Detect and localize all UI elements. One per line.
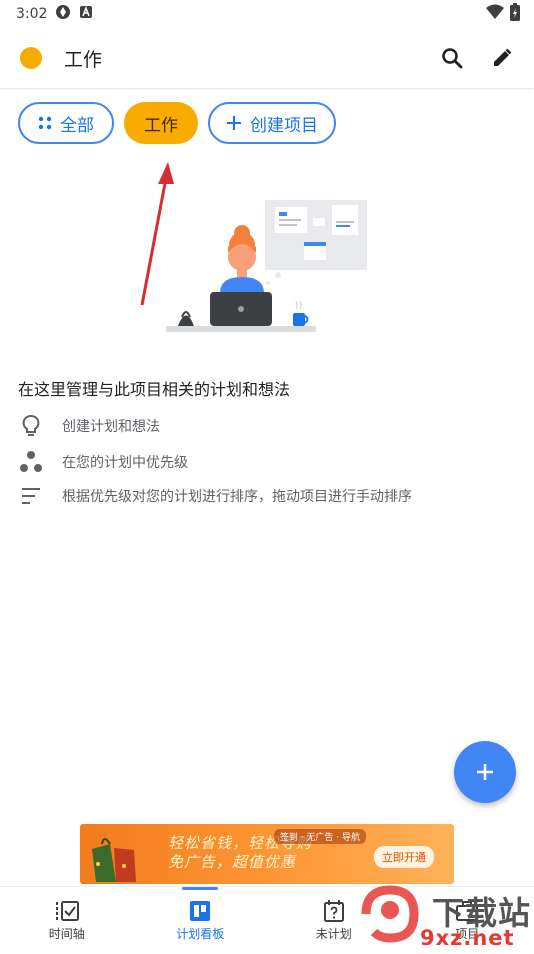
priority-dots-icon [18,450,44,474]
chip-all-label: 全部 [60,111,94,136]
active-indicator [182,887,218,890]
tip-priority: 在您的计划中优先级 [18,450,188,474]
empty-state-illustration [160,195,375,340]
chip-all[interactable]: 全部 [18,102,114,144]
gift-bags-icon [84,824,154,884]
tip-sort-text: 根据优先级对您的计划进行排序，拖动项目进行手动排序 [62,486,412,506]
plus-icon [475,762,495,782]
status-time: 3:02 [16,6,47,22]
watermark-domain: 9xz.net [420,926,515,950]
tip-priority-text: 在您的计划中优先级 [62,452,188,472]
nav-board-label: 计划看板 [176,925,224,942]
board-icon [189,900,211,922]
edit-button[interactable] [484,40,520,76]
tip-create: 创建计划和想法 [18,414,160,438]
app-bar: 工作 [0,28,534,88]
add-fab-button[interactable] [454,741,516,803]
pencil-icon [491,47,513,69]
nav-timeline-label: 时间轴 [49,925,85,942]
wifi-icon [486,4,504,24]
chip-create-project-label: 创建项目 [250,111,318,136]
plus-icon [226,115,242,131]
chip-create-project[interactable]: 创建项目 [208,102,336,144]
sync-icon [55,4,71,24]
status-bar: 3:02 [0,0,534,28]
chip-work[interactable]: 工作 [124,102,198,144]
calendar-question-icon [323,899,345,923]
tip-create-text: 创建计划和想法 [62,416,160,436]
sort-lines-icon [18,486,44,506]
search-button[interactable] [434,40,470,76]
project-color-dot [20,47,42,69]
notification-a-icon [79,5,93,23]
page-title: 工作 [64,45,434,72]
ad-tags: 签到 · 无广告 · 导航 [274,829,366,844]
lightbulb-icon [18,414,44,438]
nav-unplanned-label: 未计划 [316,925,352,942]
ad-cta-button[interactable]: 立即开通 [374,846,434,868]
ad-slogan-line2: 免广告，超值优惠 [168,853,312,872]
grid-dots-icon [38,116,52,130]
ad-banner[interactable]: 轻松省钱，轻松导购 免广告，超值优惠 签到 · 无广告 · 导航 立即开通 [80,824,454,884]
filter-chips: 全部 工作 创建项目 [18,102,336,144]
tip-sort: 根据优先级对您的计划进行排序，拖动项目进行手动排序 [18,486,412,506]
nav-timeline[interactable]: 时间轴 [0,887,134,951]
chip-work-label: 工作 [144,111,178,136]
site-watermark-logo: 下载站 9xz.net [360,884,534,950]
timeline-check-icon [54,900,80,922]
battery-icon [510,3,520,25]
nav-board[interactable]: 计划看板 [134,887,268,951]
empty-state-title: 在这里管理与此项目相关的计划和想法 [18,376,290,400]
search-icon [441,47,463,69]
